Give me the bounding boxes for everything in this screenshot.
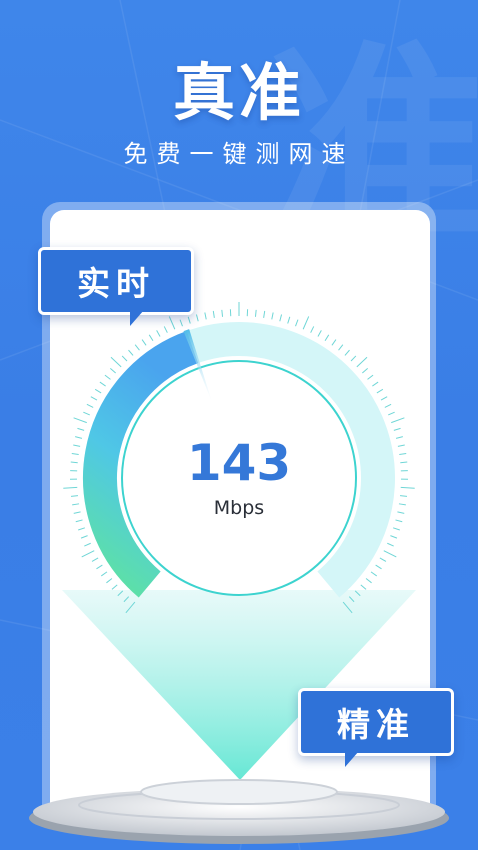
gauge-tick (287, 316, 291, 324)
gauge-tick (279, 314, 283, 322)
gauge-tick (391, 417, 405, 424)
gauge-tick (141, 339, 147, 346)
gauge-tick (168, 316, 176, 330)
speed-value: 143 (186, 434, 292, 492)
gauge-tick (110, 356, 122, 368)
gauge-tick (388, 411, 395, 416)
gauge-tick (393, 427, 401, 431)
gauge-tick (380, 396, 388, 401)
gauge-tick (302, 316, 310, 330)
gauge-tick (344, 349, 350, 356)
gauge-tick (187, 316, 191, 324)
gauge-tick (263, 310, 266, 318)
gauge-tick (362, 368, 368, 374)
gauge-tick (75, 519, 83, 523)
gauge-tick (365, 578, 372, 584)
gauge-tick (221, 309, 224, 317)
gauge-tick (163, 326, 168, 333)
gauge-tick (372, 381, 379, 387)
gauge-tick (134, 344, 140, 351)
gauge-tick (121, 355, 128, 362)
gauge-tick (384, 403, 392, 408)
gauge-tick (128, 349, 134, 356)
gauge-tick (271, 312, 274, 320)
gauge-tick (331, 339, 337, 346)
gauge-tick (99, 381, 106, 387)
gauge-tick (80, 535, 88, 539)
gauge-tick (295, 319, 299, 327)
gauge-tick (77, 427, 85, 431)
gauge-tick (212, 310, 215, 318)
gauge-tick (148, 334, 154, 342)
gauge-tick (91, 557, 99, 562)
realtime-tag-pointer (130, 310, 144, 326)
gauge-tick (375, 564, 382, 570)
gauge-tick (90, 396, 98, 401)
gauge-tick (383, 550, 397, 558)
gauge-tick (324, 334, 330, 342)
gauge-tick (254, 309, 257, 317)
pedestal-cap (140, 779, 338, 805)
gauge-tick (106, 578, 113, 584)
speed-unit: Mbps (213, 497, 265, 519)
gauge-tick (104, 374, 111, 380)
gauge-tick (94, 388, 102, 394)
app-screen: 准 真准 免费一键测网速 143 Mbps 实时 精准 (0, 0, 478, 850)
gauge-tick (78, 527, 86, 531)
gauge-tick (360, 584, 367, 590)
gauge-tick (195, 314, 199, 322)
accurate-tag: 精准 (298, 688, 454, 756)
gauge-tick (86, 403, 94, 408)
gauge-tick (390, 535, 398, 539)
gauge-tick (317, 330, 322, 337)
gauge-tick (376, 388, 384, 394)
gauge-tick (84, 542, 91, 547)
gauge-tick (111, 584, 118, 590)
gauge-tick (379, 557, 387, 562)
gauge-tick (356, 356, 368, 368)
gauge-tick (387, 542, 394, 547)
gauge-tick (370, 571, 378, 577)
gauge-tick (395, 519, 403, 523)
gauge-tick (83, 411, 90, 416)
realtime-tag: 实时 (38, 247, 194, 315)
gauge-tick (310, 326, 315, 333)
gauge-tick (96, 564, 103, 570)
gauge-tick (350, 355, 357, 362)
gauge-tick (204, 312, 207, 320)
gauge-tick (179, 319, 183, 327)
gauge-tick (73, 417, 87, 424)
gauge-tick (392, 527, 400, 531)
accurate-tag-pointer (345, 751, 359, 767)
gauge-tick (81, 550, 95, 558)
gauge-tick (110, 368, 116, 374)
gauge-tick (367, 374, 374, 380)
gauge-tick (156, 330, 161, 337)
gauge-tick (100, 571, 108, 577)
gauge-tick (338, 344, 344, 351)
